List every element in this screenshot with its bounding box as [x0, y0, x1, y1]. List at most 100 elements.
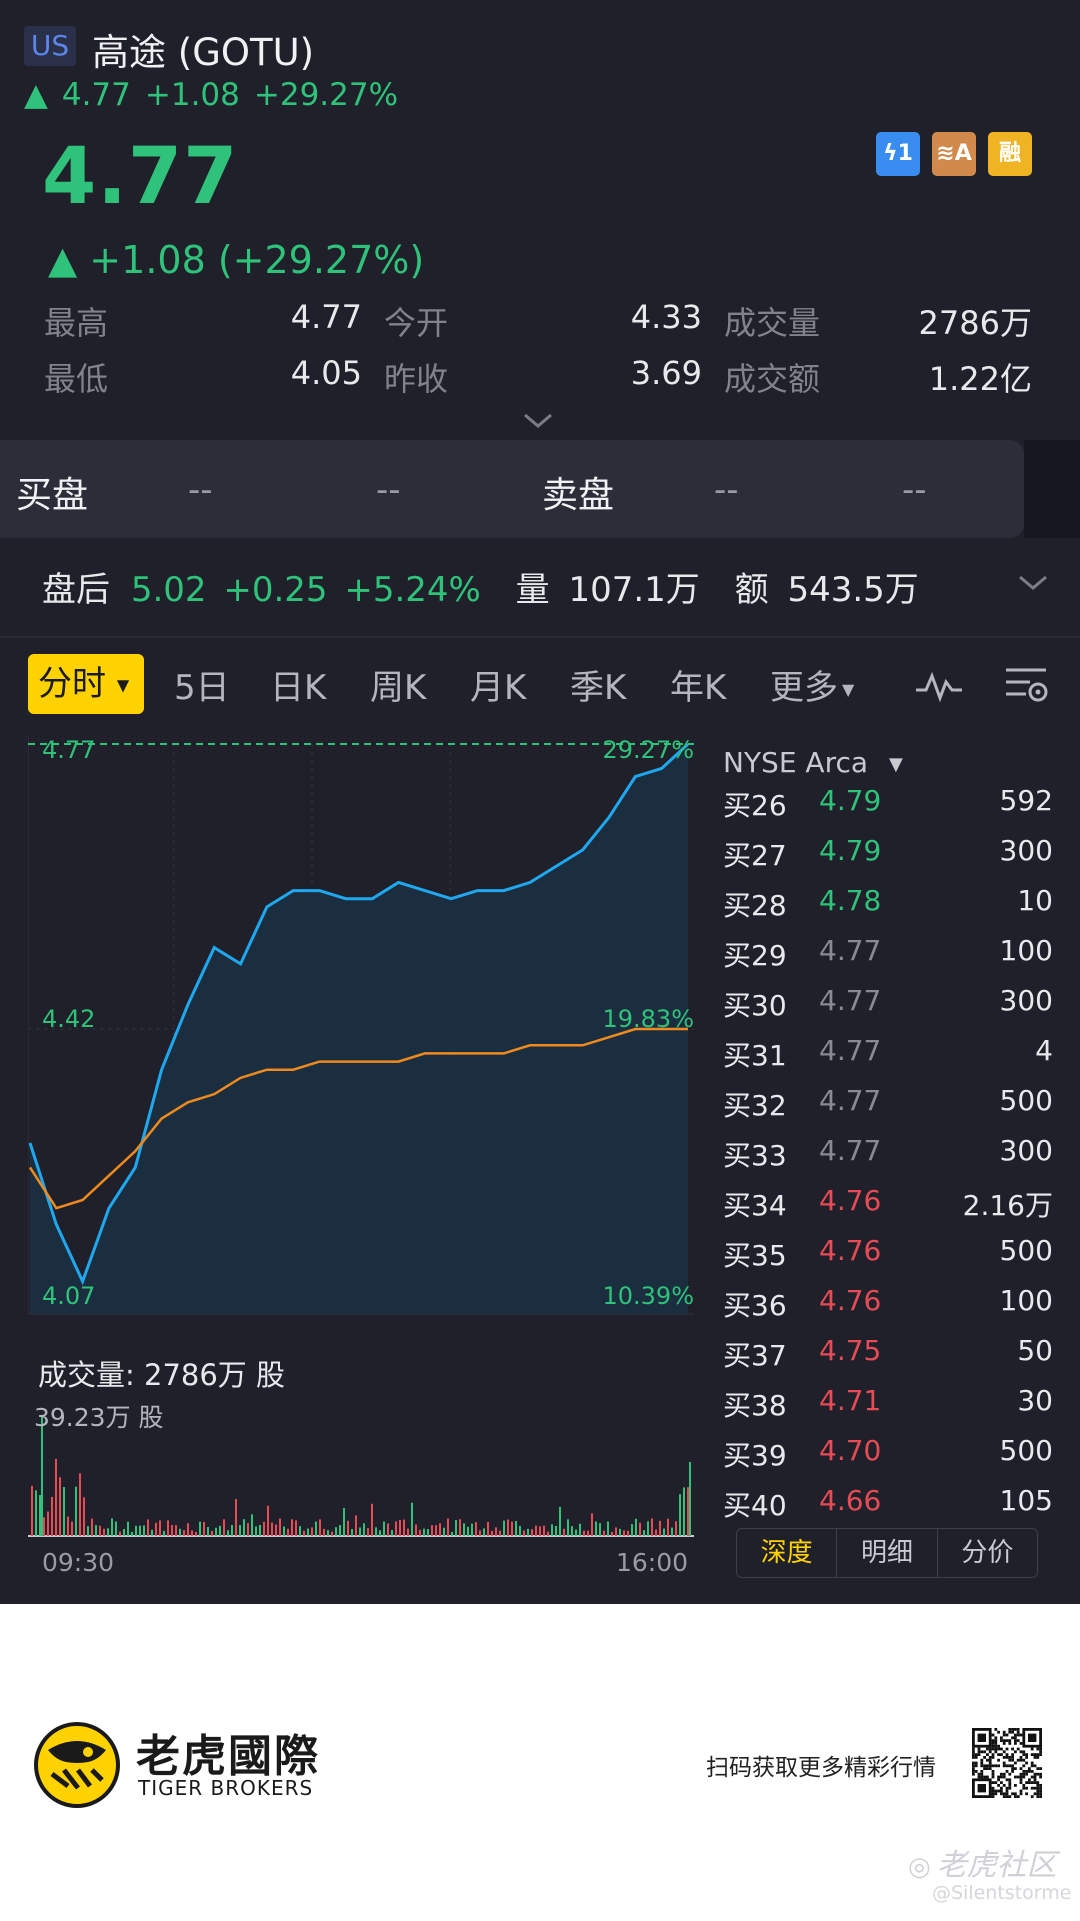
- stat-value-volume: 2786万: [918, 304, 1032, 342]
- tab-5day[interactable]: 5日: [174, 660, 230, 709]
- depth-row[interactable]: 买35 4.76 500: [723, 1234, 1053, 1284]
- segment-detail[interactable]: 明细: [837, 1529, 938, 1577]
- depth-row[interactable]: 买33 4.77 300: [723, 1134, 1053, 1184]
- chart-settings-icon[interactable]: [1004, 664, 1050, 712]
- tab-intraday[interactable]: 分时 ▼: [28, 654, 144, 714]
- after-hours-vol-label: 量: [515, 570, 550, 610]
- quote-pct: +29.27%: [253, 77, 399, 113]
- axis-label-pct-low: 10.39%: [602, 1282, 694, 1310]
- stat-label-open: 今开: [384, 304, 449, 342]
- depth-row-size: 105: [999, 1484, 1053, 1517]
- tab-quarterly-k[interactable]: 季K: [570, 660, 626, 709]
- time-end-label: 16:00: [616, 1548, 689, 1577]
- depth-row[interactable]: 买31 4.77 4: [723, 1034, 1053, 1084]
- depth-row[interactable]: 买32 4.77 500: [723, 1084, 1053, 1134]
- brand-name-en: TIGER BROKERS: [138, 1776, 314, 1800]
- depth-row[interactable]: 买29 4.77 100: [723, 934, 1053, 984]
- exchange-selector[interactable]: NYSE Arca ▼: [723, 746, 903, 779]
- stat-label-high: 最高: [44, 304, 109, 342]
- after-hours-change: +0.25: [223, 570, 328, 610]
- axis-label-price-high: 4.77: [42, 736, 95, 764]
- stat-label-low: 最低: [44, 360, 109, 398]
- tab-yearly-k[interactable]: 年K: [670, 660, 726, 709]
- orderbook-side-strip: [1024, 440, 1080, 538]
- stat-value-high: 4.77: [290, 298, 362, 336]
- depth-row[interactable]: 买38 4.71 30: [723, 1384, 1053, 1434]
- depth-row-price: 4.79: [819, 834, 882, 867]
- depth-row-size: 100: [999, 1284, 1053, 1317]
- community-watermark: ◎ 老虎社区: [908, 1848, 1057, 1883]
- tab-monthly-k[interactable]: 月K: [470, 660, 526, 709]
- depth-row-price: 4.77: [819, 1084, 882, 1117]
- depth-row-label: 买35: [723, 1239, 787, 1272]
- depth-row-size: 4: [1035, 1034, 1053, 1067]
- depth-row-size: 592: [999, 784, 1053, 817]
- price-change: ▲ +1.08 (+29.27%): [48, 238, 425, 282]
- ask-label: 卖盘: [542, 475, 615, 516]
- depth-row-label: 买31: [723, 1039, 787, 1072]
- depth-row[interactable]: 买36 4.76 100: [723, 1284, 1053, 1334]
- layers-badge-icon[interactable]: ≋A: [932, 132, 976, 176]
- depth-row[interactable]: 买27 4.79 300: [723, 834, 1053, 884]
- qr-code[interactable]: [972, 1728, 1042, 1798]
- scan-prompt: 扫码获取更多精彩行情: [706, 1755, 936, 1781]
- volume-max-label: 39.23万 股: [34, 1403, 164, 1432]
- expand-chevron-icon[interactable]: [523, 410, 553, 435]
- depth-row-label: 买26: [723, 789, 787, 822]
- depth-row-label: 买36: [723, 1289, 787, 1322]
- up-arrow-icon: ▲: [24, 77, 48, 113]
- lightning-badge-icon[interactable]: ϟ1: [876, 132, 920, 176]
- depth-row[interactable]: 买34 4.76 2.16万: [723, 1184, 1053, 1234]
- tab-daily-k[interactable]: 日K: [270, 660, 326, 709]
- depth-row[interactable]: 买39 4.70 500: [723, 1434, 1053, 1484]
- depth-row[interactable]: 买40 4.66 105: [723, 1484, 1053, 1534]
- stat-label-turnover: 成交额: [724, 360, 821, 398]
- depth-row-size: 500: [999, 1234, 1053, 1267]
- axis-label-pct-mid: 19.83%: [602, 1005, 694, 1033]
- quote-change: +1.08: [144, 77, 240, 113]
- depth-row-size: 500: [999, 1434, 1053, 1467]
- margin-badge-icon[interactable]: 融: [988, 132, 1032, 176]
- ask-size: --: [902, 470, 927, 510]
- axis-label-price-mid: 4.42: [42, 1005, 95, 1033]
- section-divider: [0, 636, 1080, 638]
- depth-row-label: 买38: [723, 1389, 787, 1422]
- after-hours-row[interactable]: 盘后 5.02 +0.25 +5.24% 量 107.1万 额 543.5万: [42, 562, 919, 611]
- depth-row-price: 4.77: [819, 1034, 882, 1067]
- tab-weekly-k[interactable]: 周K: [370, 660, 426, 709]
- depth-row[interactable]: 买30 4.77 300: [723, 984, 1053, 1034]
- depth-row-size: 500: [999, 1084, 1053, 1117]
- depth-row-price: 4.76: [819, 1234, 882, 1267]
- depth-row-label: 买28: [723, 889, 787, 922]
- depth-row-price: 4.66: [819, 1484, 882, 1517]
- volume-title: 成交量: 2786万 股: [38, 1358, 286, 1392]
- depth-row-size: 100: [999, 934, 1053, 967]
- depth-row-label: 买29: [723, 939, 787, 972]
- segment-price-dist[interactable]: 分价: [938, 1529, 1037, 1577]
- market-badge: US: [24, 26, 76, 66]
- top-quote: ▲ 4.77 +1.08 +29.27%: [24, 77, 412, 113]
- depth-row-price: 4.78: [819, 884, 882, 917]
- after-hours-chevron-icon[interactable]: [1018, 568, 1048, 598]
- caret-down-icon: ▼: [888, 753, 903, 775]
- depth-row-size: 30: [1017, 1384, 1053, 1417]
- depth-row-price: 4.77: [819, 934, 882, 967]
- segment-depth[interactable]: 深度: [737, 1529, 838, 1577]
- after-hours-pct: +5.24%: [344, 570, 481, 610]
- axis-label-pct-high: 29.27%: [602, 736, 694, 764]
- depth-row-label: 买33: [723, 1139, 787, 1172]
- after-hours-amt-label: 额: [734, 570, 769, 610]
- tab-more[interactable]: 更多 ▼: [770, 660, 854, 709]
- current-price: 4.77: [42, 132, 239, 222]
- indicator-wave-icon[interactable]: [914, 668, 964, 708]
- exchange-name: NYSE Arca: [723, 746, 869, 779]
- stat-value-open: 4.33: [630, 298, 702, 336]
- depth-row[interactable]: 买26 4.79 592: [723, 784, 1053, 834]
- depth-row-label: 买34: [723, 1189, 787, 1222]
- depth-row[interactable]: 买37 4.75 50: [723, 1334, 1053, 1384]
- depth-row-label: 买39: [723, 1439, 787, 1472]
- depth-row-price: 4.70: [819, 1434, 882, 1467]
- depth-row[interactable]: 买28 4.78 10: [723, 884, 1053, 934]
- after-hours-label: 盘后: [42, 570, 110, 610]
- stat-value-prev-close: 3.69: [630, 354, 702, 392]
